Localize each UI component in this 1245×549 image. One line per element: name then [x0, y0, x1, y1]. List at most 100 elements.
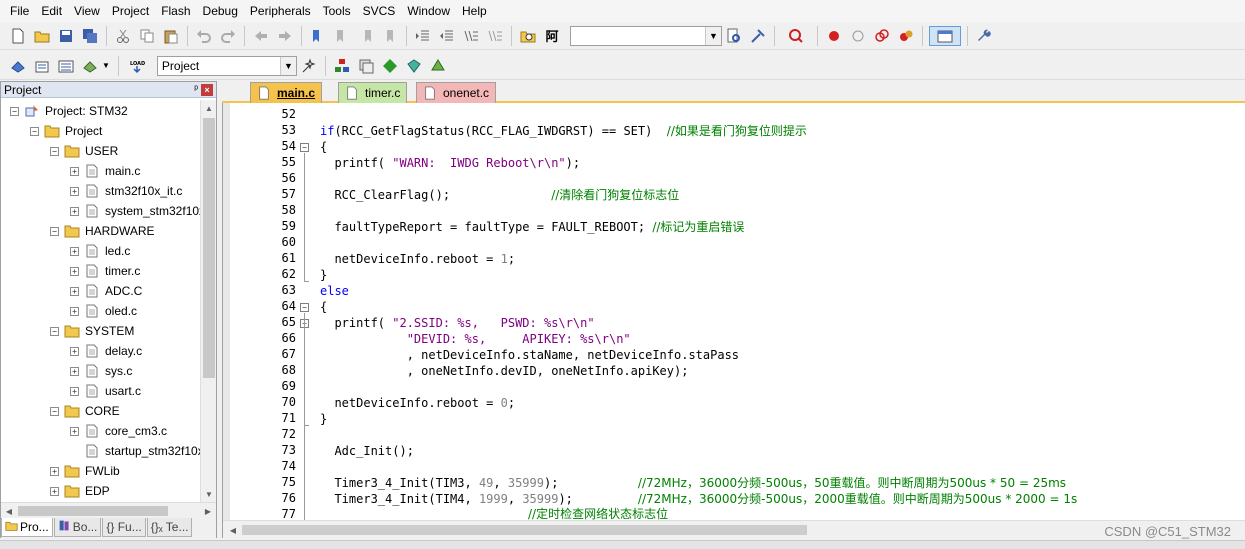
fold-collapse-icon[interactable]: −	[300, 143, 309, 152]
collapse-icon[interactable]: −	[30, 126, 39, 136]
editor-tab-timer-c[interactable]: timer.c	[338, 82, 408, 103]
rebuild-icon[interactable]	[56, 56, 76, 76]
find-combo[interactable]: ▼	[570, 25, 722, 46]
collapse-icon[interactable]: −	[10, 106, 19, 116]
kill-breakpoints-icon[interactable]	[896, 26, 916, 46]
expand-icon[interactable]: +	[70, 366, 79, 376]
new-file-icon[interactable]	[8, 26, 28, 46]
scroll-thumb[interactable]	[18, 506, 168, 516]
nav-forward-icon[interactable]	[275, 26, 295, 46]
pin-icon[interactable]: ᵖ	[194, 84, 198, 95]
expand-icon[interactable]: +	[70, 266, 79, 276]
clear-bookmarks-icon[interactable]	[380, 26, 400, 46]
bookmark-icon[interactable]	[308, 26, 328, 46]
code-editor[interactable]: 525354−55565758596061626364−65−666768697…	[222, 103, 1245, 538]
build-icon[interactable]	[32, 56, 52, 76]
tree-folder-item[interactable]: + EDP	[50, 481, 110, 501]
expand-icon[interactable]: +	[70, 166, 79, 176]
tree-file-item[interactable]: + oled.c	[70, 301, 137, 321]
collapse-icon[interactable]: −	[50, 326, 59, 336]
debug-session-icon[interactable]	[781, 26, 811, 46]
manage-rte-icon[interactable]	[380, 56, 400, 76]
disable-breakpoint-icon[interactable]	[848, 26, 868, 46]
collapse-icon[interactable]: −	[50, 406, 59, 416]
scroll-right-icon[interactable]: ▶	[200, 503, 216, 519]
nav-back-icon[interactable]	[251, 26, 271, 46]
tree-file-item[interactable]: + led.c	[70, 241, 130, 261]
menu-flash[interactable]: Flash	[155, 0, 196, 22]
project-tab-1[interactable]: Bo...	[53, 518, 102, 537]
redo-icon[interactable]	[218, 26, 238, 46]
menu-peripherals[interactable]: Peripherals	[244, 0, 317, 22]
tree-folder-item[interactable]: − CORE	[50, 401, 120, 421]
tree-folder-item[interactable]: − HARDWARE	[50, 221, 155, 241]
configure-icon[interactable]	[748, 26, 768, 46]
menu-file[interactable]: File	[4, 0, 35, 22]
expand-icon[interactable]: +	[70, 186, 79, 196]
menu-debug[interactable]: Debug	[197, 0, 244, 22]
tree-file-item[interactable]: + sys.c	[70, 361, 132, 381]
project-horizontal-scrollbar[interactable]: ◀ ▶	[1, 502, 216, 518]
expand-icon[interactable]: +	[70, 386, 79, 396]
project-tab-2[interactable]: {} Fu...	[102, 518, 146, 537]
uncomment-icon[interactable]	[485, 26, 505, 46]
find-text-icon[interactable]: 阿	[542, 26, 562, 46]
collapse-icon[interactable]: −	[50, 226, 59, 236]
cut-icon[interactable]	[113, 26, 133, 46]
scroll-left-icon[interactable]: ◀	[225, 522, 241, 538]
pack-installer-icon[interactable]	[404, 56, 424, 76]
expand-icon[interactable]: +	[70, 426, 79, 436]
next-bookmark-icon[interactable]	[356, 26, 376, 46]
tree-file-item[interactable]: + delay.c	[70, 341, 142, 361]
code-area[interactable]: if(RCC_GetFlagStatus(RCC_FLAG_IWDGRST) =…	[320, 103, 1245, 520]
batch-build-icon[interactable]	[80, 56, 100, 76]
editor-tab-onenet-c[interactable]: onenet.c	[416, 82, 497, 103]
undo-icon[interactable]	[194, 26, 214, 46]
expand-icon[interactable]: +	[70, 246, 79, 256]
editor-horizontal-scrollbar[interactable]: ◀	[223, 520, 1245, 538]
copy-icon[interactable]	[137, 26, 157, 46]
target-select[interactable]: Project ▼	[156, 55, 297, 76]
save-all-icon[interactable]	[80, 26, 100, 46]
menu-project[interactable]: Project	[106, 0, 155, 22]
chevron-down-icon[interactable]: ▼	[705, 26, 721, 45]
tree-file-item[interactable]: startup_stm32f10x	[70, 441, 200, 461]
menu-tools[interactable]: Tools	[317, 0, 357, 22]
tree-folder-item[interactable]: + FWLib	[50, 461, 120, 481]
tree-file-item[interactable]: + main.c	[70, 161, 140, 181]
indent-icon[interactable]	[413, 26, 433, 46]
close-icon[interactable]: ×	[201, 83, 213, 96]
translate-icon[interactable]	[8, 56, 28, 76]
tree-folder-item[interactable]: − Project: STM32	[10, 101, 128, 121]
project-tab-0[interactable]: Pro...	[1, 518, 53, 537]
window-layout-icon[interactable]	[929, 25, 961, 46]
scroll-left-icon[interactable]: ◀	[1, 503, 17, 519]
scroll-up-icon[interactable]: ▲	[201, 100, 217, 116]
manage-project-items-icon[interactable]	[332, 56, 352, 76]
tree-file-item[interactable]: + usart.c	[70, 381, 141, 401]
tree-file-item[interactable]: + timer.c	[70, 261, 140, 281]
unindent-icon[interactable]	[437, 26, 457, 46]
disable-all-breakpoints-icon[interactable]	[872, 26, 892, 46]
project-tab-3[interactable]: {}ₓ Te...	[146, 518, 193, 537]
expand-icon[interactable]: +	[70, 286, 79, 296]
chevron-down-icon[interactable]: ▼	[279, 56, 296, 75]
scroll-thumb[interactable]	[242, 525, 807, 535]
download-icon[interactable]: LOAD	[125, 56, 149, 76]
expand-icon[interactable]: +	[50, 466, 59, 476]
collapse-icon[interactable]: −	[50, 146, 59, 156]
tree-file-item[interactable]: + ADC.C	[70, 281, 142, 301]
expand-icon[interactable]: +	[70, 346, 79, 356]
scroll-thumb[interactable]	[203, 118, 215, 378]
breakpoint-icon[interactable]	[824, 26, 844, 46]
save-icon[interactable]	[56, 26, 76, 46]
menu-edit[interactable]: Edit	[35, 0, 68, 22]
incremental-find-icon[interactable]	[724, 26, 744, 46]
expand-icon[interactable]: +	[70, 306, 79, 316]
tree-folder-item[interactable]: − SYSTEM	[50, 321, 134, 341]
fold-collapse-icon[interactable]: −	[300, 303, 309, 312]
tree-file-item[interactable]: + stm32f10x_it.c	[70, 181, 182, 201]
tree-folder-item[interactable]: − Project	[30, 121, 102, 141]
expand-icon[interactable]: +	[70, 206, 79, 216]
paste-icon[interactable]	[161, 26, 181, 46]
